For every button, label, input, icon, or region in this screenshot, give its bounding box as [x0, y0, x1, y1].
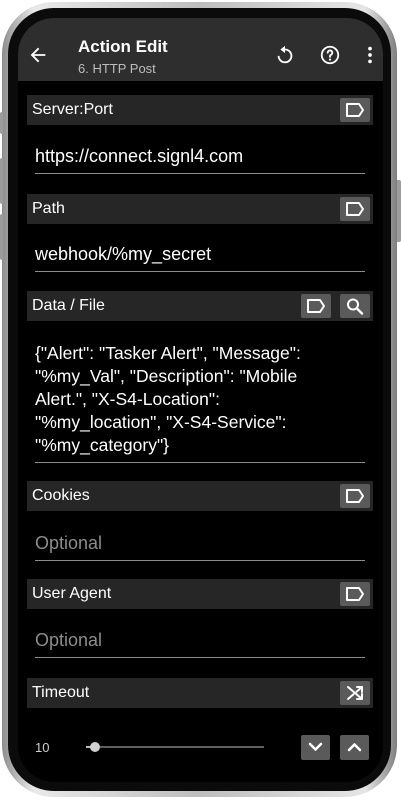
volume-down-button [0, 214, 3, 260]
server-port-field[interactable]: https://connect.signl4.com [35, 146, 365, 174]
cookies-field[interactable]: Optional [35, 533, 365, 561]
help-icon[interactable] [319, 44, 341, 66]
section-timeout: Timeout [27, 678, 373, 708]
data-file-label: Data / File [32, 297, 105, 314]
variable-tag-button[interactable] [301, 294, 331, 318]
section-user-agent: User Agent [27, 579, 373, 609]
volume-up-button [0, 158, 3, 204]
power-button [397, 180, 401, 242]
search-button[interactable] [340, 294, 370, 318]
path-field[interactable]: webhook/%my_secret [35, 244, 365, 272]
user-agent-field[interactable]: Optional [35, 630, 365, 658]
chevron-up-icon [347, 743, 362, 752]
section-path: Path [27, 194, 373, 224]
variable-tag-button[interactable] [340, 98, 370, 122]
slider-thumb[interactable] [90, 742, 100, 752]
undo-icon[interactable] [274, 44, 296, 66]
back-arrow-icon[interactable] [27, 44, 49, 66]
search-icon [347, 298, 364, 315]
more-vert-icon[interactable] [359, 44, 381, 66]
label-tag-icon [346, 103, 364, 117]
user-agent-label: User Agent [32, 585, 112, 602]
label-tag-icon [346, 489, 364, 503]
chevron-down-icon [308, 742, 323, 751]
section-data-file: Data / File [27, 291, 373, 321]
label-tag-icon [346, 202, 364, 216]
app-bar: Action Edit 6. HTTP Post [18, 18, 383, 81]
mute-switch [0, 112, 3, 134]
server-port-label: Server:Port [32, 101, 113, 118]
data-file-field[interactable]: {"Alert": "Tasker Alert", "Message": "%m… [35, 342, 365, 463]
increment-button[interactable] [340, 735, 369, 760]
page-title: Action Edit [78, 37, 168, 56]
timeout-slider[interactable] [86, 742, 264, 752]
label-tag-icon [346, 587, 364, 601]
timeout-value: 10 [35, 740, 50, 755]
toggle-mode-button[interactable] [340, 681, 370, 705]
timeout-label: Timeout [32, 684, 90, 701]
shuffle-icon [347, 686, 363, 700]
section-server-port: Server:Port [27, 95, 373, 125]
cookies-label: Cookies [32, 487, 90, 504]
variable-tag-button[interactable] [340, 582, 370, 606]
variable-tag-button[interactable] [340, 197, 370, 221]
section-cookies: Cookies [27, 481, 373, 511]
decrement-button[interactable] [301, 735, 330, 760]
path-label: Path [32, 200, 65, 217]
label-tag-icon [307, 299, 325, 313]
screen: Action Edit 6. HTTP Post Server:Port htt… [18, 18, 383, 782]
variable-tag-button[interactable] [340, 484, 370, 508]
page-subtitle: 6. HTTP Post [78, 61, 156, 76]
